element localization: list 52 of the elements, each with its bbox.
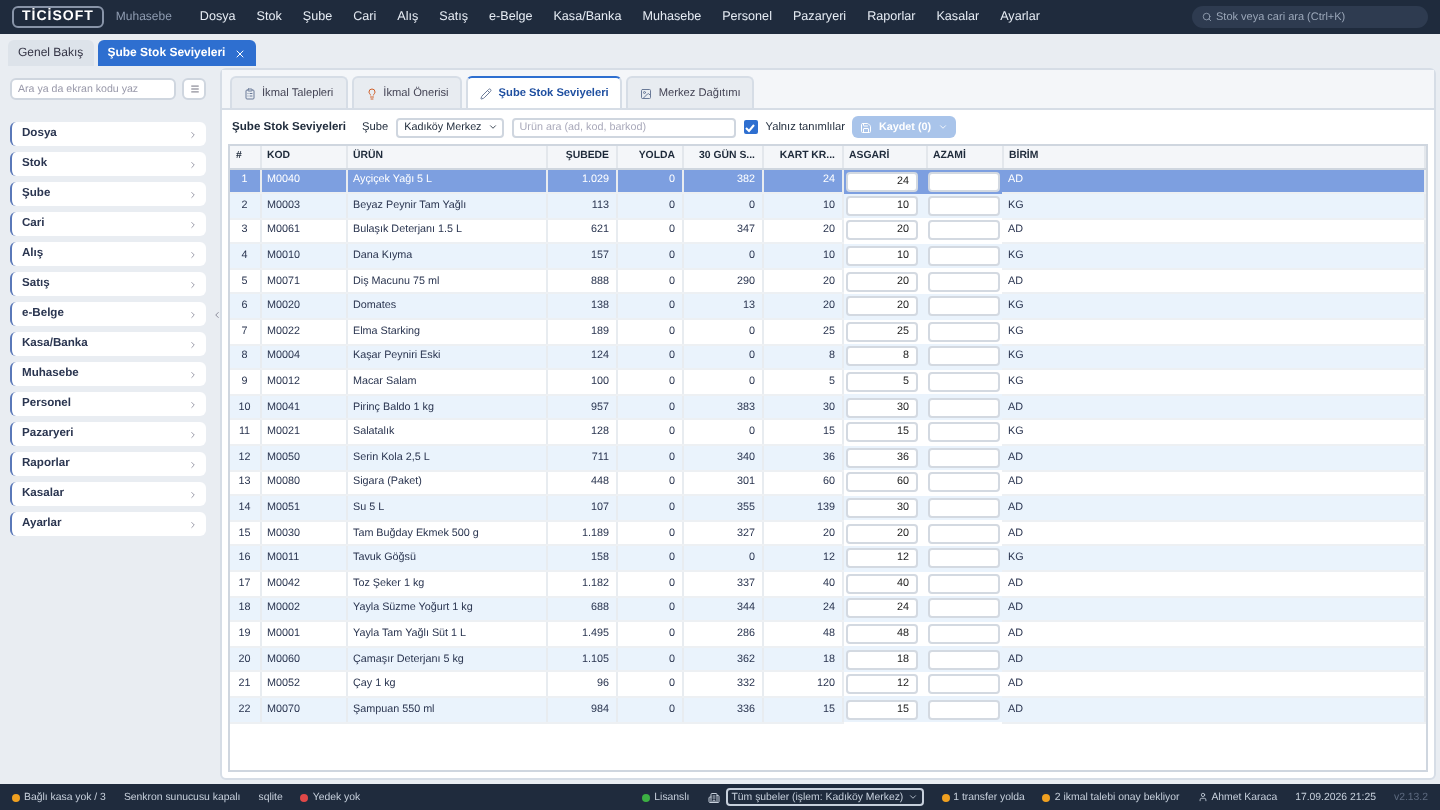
collapse-icon[interactable] bbox=[211, 310, 221, 320]
chevron-icon bbox=[188, 519, 198, 529]
max-field[interactable] bbox=[928, 548, 1000, 569]
chevron-icon bbox=[188, 129, 198, 139]
chevron-icon bbox=[188, 489, 198, 499]
chevron-icon bbox=[188, 279, 198, 289]
chevron-icon bbox=[188, 339, 198, 349]
chevron-icon bbox=[188, 159, 198, 169]
chevron-icon bbox=[188, 399, 198, 409]
building-icon bbox=[707, 791, 720, 803]
max-field[interactable] bbox=[928, 422, 1000, 443]
chevron-icon bbox=[487, 122, 498, 132]
max-field[interactable] bbox=[928, 649, 1000, 670]
max-field[interactable] bbox=[928, 346, 1000, 367]
max-field[interactable] bbox=[928, 372, 1000, 393]
chevron-icon bbox=[188, 369, 198, 379]
menu-toggle-button[interactable] bbox=[182, 78, 206, 100]
save-icon bbox=[860, 121, 873, 133]
max-field[interactable] bbox=[928, 472, 1000, 493]
caret-icon bbox=[937, 122, 948, 132]
chevron-icon bbox=[188, 249, 198, 259]
max-field[interactable] bbox=[928, 523, 1000, 544]
max-field[interactable] bbox=[928, 397, 1000, 418]
max-field[interactable] bbox=[928, 447, 1000, 468]
max-field[interactable] bbox=[928, 498, 1000, 519]
max-field[interactable] bbox=[928, 171, 1000, 192]
chevron-icon bbox=[188, 459, 198, 469]
chevron-icon bbox=[188, 309, 198, 319]
max-field[interactable] bbox=[928, 220, 1000, 241]
max-field[interactable] bbox=[928, 296, 1000, 317]
search-icon bbox=[1202, 12, 1212, 22]
close-icon[interactable] bbox=[233, 47, 246, 59]
only-defined-checkbox[interactable] bbox=[743, 120, 758, 134]
pencil-icon bbox=[480, 87, 493, 99]
max-field[interactable] bbox=[928, 598, 1000, 619]
chevron-icon bbox=[188, 429, 198, 439]
max-field[interactable] bbox=[928, 674, 1000, 695]
chevron-icon bbox=[188, 189, 198, 199]
chevron-icon bbox=[907, 792, 918, 802]
max-field[interactable] bbox=[928, 623, 1000, 644]
max-field[interactable] bbox=[928, 246, 1000, 267]
user-icon bbox=[1197, 792, 1208, 802]
menu-icon bbox=[189, 84, 199, 94]
max-field[interactable] bbox=[928, 321, 1000, 342]
clipboard-icon bbox=[244, 87, 256, 99]
image-icon bbox=[640, 87, 653, 99]
lightbulb-icon bbox=[365, 87, 378, 99]
chevron-icon bbox=[188, 219, 198, 229]
max-field[interactable] bbox=[928, 573, 1000, 594]
max-field[interactable] bbox=[928, 271, 1000, 292]
max-field[interactable] bbox=[928, 699, 1000, 720]
max-field[interactable] bbox=[928, 195, 1000, 216]
